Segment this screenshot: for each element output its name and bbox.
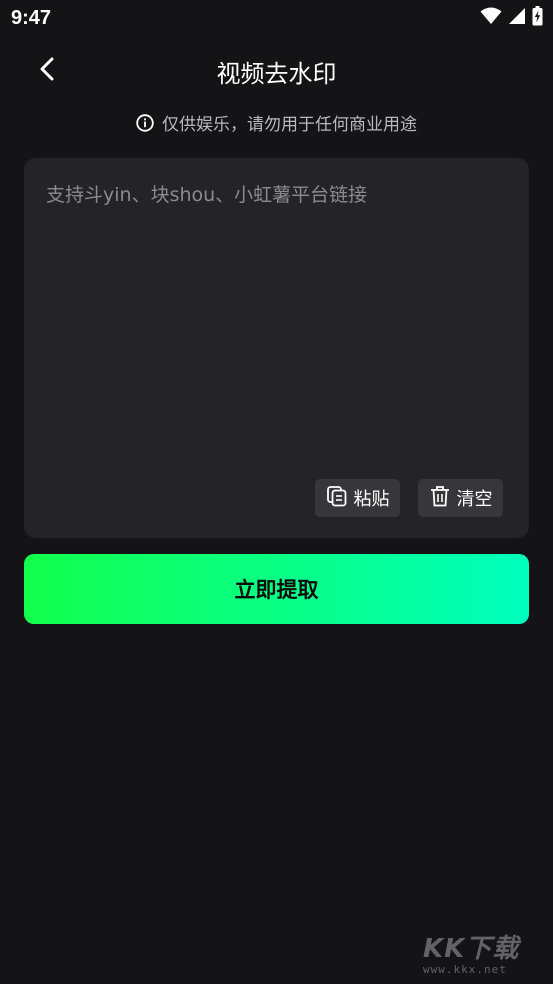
link-input[interactable] <box>46 180 506 470</box>
battery-charging-icon <box>532 6 543 30</box>
trash-icon <box>429 485 451 512</box>
status-bar: 9:47 <box>0 0 553 38</box>
header: 视频去水印 <box>0 42 553 98</box>
status-time: 9:47 <box>11 7 52 29</box>
signal-icon <box>508 7 526 29</box>
disclaimer-text: 仅供娱乐，请勿用于任何商业用途 <box>162 115 417 135</box>
extract-button[interactable]: 立即提取 <box>24 554 529 624</box>
watermark-logo: KK下载 <box>423 934 520 964</box>
clear-button[interactable]: 清空 <box>418 479 503 517</box>
paste-label: 粘贴 <box>353 489 390 510</box>
wifi-icon <box>480 7 502 29</box>
status-icons <box>480 6 543 30</box>
site-watermark: KK下载 www.kkx.net <box>423 928 531 984</box>
paste-button[interactable]: 粘贴 <box>315 479 400 517</box>
page-title: 视频去水印 <box>216 60 337 88</box>
link-input-card: 粘贴 清空 <box>24 158 529 538</box>
clear-label: 清空 <box>456 489 493 510</box>
info-icon <box>136 113 154 132</box>
clipboard-icon <box>326 485 348 512</box>
disclaimer-notice: 仅供娱乐，请勿用于任何商业用途 <box>0 110 553 135</box>
extract-button-label: 立即提取 <box>234 578 319 602</box>
